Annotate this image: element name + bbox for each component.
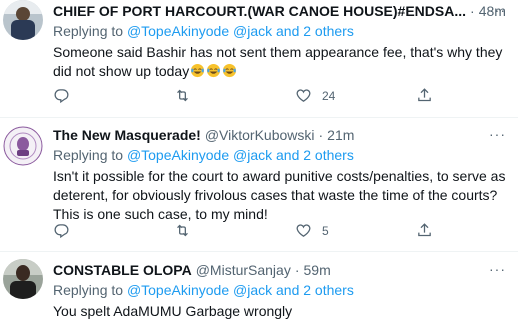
more-dots-icon[interactable]: ··· <box>489 2 506 18</box>
face-with-tears-of-joy-icon <box>207 63 221 78</box>
mention-users[interactable]: @TopeAkinyode @jack <box>127 23 272 39</box>
avatar-image <box>3 0 43 40</box>
tweet-3[interactable]: CONSTABLE OLOPA @MisturSanjay · 59m ··· … <box>0 251 518 320</box>
share-icon <box>418 88 431 102</box>
display-name[interactable]: The New Masquerade! <box>53 126 201 145</box>
retweet-icon <box>177 224 188 237</box>
share-button[interactable] <box>416 87 433 104</box>
tweet-1[interactable]: CHIEF OF PORT HARCOURT.(WAR CANOE HOUSE)… <box>0 0 518 118</box>
avatar[interactable] <box>3 259 43 299</box>
separator-dot: · <box>294 262 300 278</box>
replying-prefix: Replying to <box>53 147 124 163</box>
like-button[interactable]: 5 <box>295 222 329 239</box>
separator-dot: · <box>470 3 475 19</box>
avatar-image <box>3 126 43 166</box>
like-count: 24 <box>322 88 336 103</box>
share-button[interactable] <box>416 222 433 239</box>
speech-bubble-icon <box>54 89 69 104</box>
display-name[interactable]: CONSTABLE OLOPA <box>53 261 192 280</box>
tweet-text: Someone said Bashir has not sent them ap… <box>53 43 506 81</box>
mention-users[interactable]: @TopeAkinyode @jack <box>127 147 272 163</box>
reply-button[interactable] <box>53 222 80 239</box>
more-dots-icon[interactable]: ··· <box>489 126 506 142</box>
face-with-tears-of-joy-icon <box>191 63 205 78</box>
tweet-text-body: Someone said Bashir has not sent them ap… <box>53 44 503 79</box>
speech-bubble-icon <box>54 224 69 239</box>
heart-icon <box>296 224 311 237</box>
mention-others[interactable]: and 2 others <box>276 23 354 39</box>
tweet-header: The New Masquerade! @ViktorKubowski · 21… <box>53 126 506 145</box>
heart-icon <box>296 89 311 102</box>
replying-prefix: Replying to <box>53 282 124 298</box>
tweet-header: CONSTABLE OLOPA @MisturSanjay · 59m <box>53 261 506 280</box>
replying-prefix: Replying to <box>53 23 124 39</box>
reply-button[interactable] <box>53 87 80 104</box>
tweet-2[interactable]: The New Masquerade! @ViktorKubowski · 21… <box>0 117 518 252</box>
user-handle[interactable]: @MisturSanjay <box>196 261 291 280</box>
mention-users[interactable]: @TopeAkinyode @jack <box>127 282 272 298</box>
mention-others[interactable]: and 2 others <box>276 147 354 163</box>
user-handle[interactable]: @ViktorKubowski <box>205 126 315 145</box>
display-name[interactable]: CHIEF OF PORT HARCOURT.(WAR CANOE HOUSE)… <box>53 2 466 21</box>
share-icon <box>418 223 431 237</box>
replying-to: Replying to @TopeAkinyode @jack and 2 ot… <box>53 281 506 300</box>
face-with-tears-of-joy-icon <box>223 63 237 78</box>
tweet-text: Isn't it possible for the court to award… <box>53 168 506 222</box>
avatar[interactable] <box>3 126 43 166</box>
timestamp[interactable]: 21m <box>327 126 354 145</box>
avatar-image <box>3 259 43 299</box>
like-button[interactable]: 24 <box>295 87 335 104</box>
separator-dot: · <box>318 127 324 143</box>
tweet-actions: 5 <box>53 222 453 242</box>
retweet-button[interactable] <box>174 222 201 239</box>
avatar[interactable] <box>3 0 43 40</box>
timestamp[interactable]: 59m <box>304 261 331 280</box>
retweet-icon <box>177 89 188 102</box>
replying-to: Replying to @TopeAkinyode @jack and 2 ot… <box>53 22 506 41</box>
like-count: 5 <box>322 223 329 238</box>
retweet-button[interactable] <box>174 87 201 104</box>
replying-to: Replying to @TopeAkinyode @jack and 2 ot… <box>53 146 506 165</box>
tweet-header: CHIEF OF PORT HARCOURT.(WAR CANOE HOUSE)… <box>53 2 506 21</box>
tweet-text: You spelt AdaMUMU Garbage wrongly <box>53 303 293 319</box>
tweet-actions: 24 <box>53 87 453 107</box>
mention-others[interactable]: and 2 others <box>276 282 354 298</box>
more-dots-icon[interactable]: ··· <box>489 261 506 277</box>
